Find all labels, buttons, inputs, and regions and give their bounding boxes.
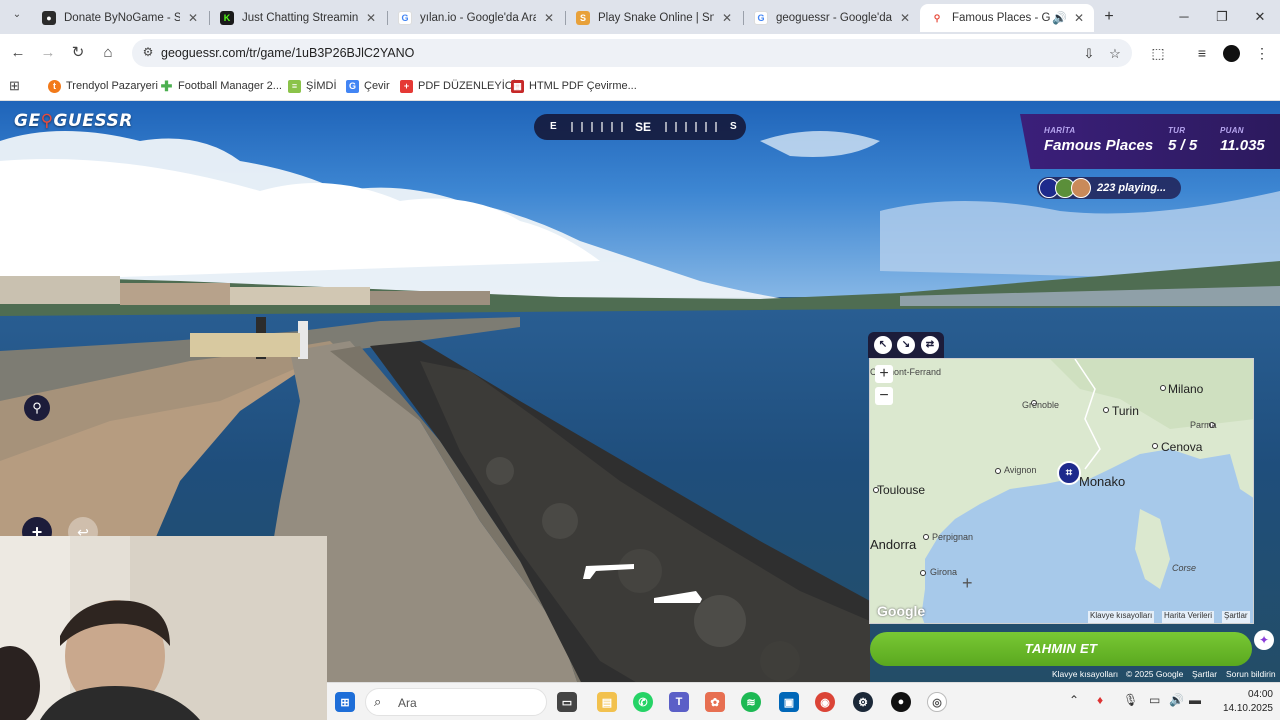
close-icon[interactable]: ✕ [720,11,734,25]
forward-button[interactable]: → [36,41,60,65]
guess-marker[interactable]: ⌗ [1057,461,1081,485]
media-controls-icon[interactable]: ≡ [1192,43,1212,63]
minimize-button[interactable]: ─ [1166,6,1202,28]
bookmark-football-manager[interactable]: ✚ Football Manager 2... [160,77,282,95]
tab-google-geoguessr[interactable]: G geoguessr - Google'da Ara ✕ [744,4,920,32]
close-window-button[interactable]: ✕ [1242,6,1278,28]
map-size-controls: ↖ ↘ ⇄ [868,332,944,358]
return-to-start-icon[interactable]: ⚲ [24,395,50,421]
microphone-icon[interactable]: 🎙 [1123,693,1138,707]
shrink-map-icon[interactable]: ↘ [897,336,915,354]
players-online-badge[interactable]: 223 playing... [1037,177,1181,199]
geoguessr-logo[interactable]: GE⚲GUESSR [14,111,133,131]
back-button[interactable]: ← [6,41,30,65]
map-zoom-in[interactable]: + [875,365,893,383]
tray-app-icon[interactable]: ♦ [1097,693,1103,707]
snake-icon: S [576,11,590,25]
windows-start-icon[interactable]: ⊞ [335,692,355,712]
crosshair-cursor-icon: + [962,573,973,593]
webcam-overlay [0,536,327,720]
trendyol-icon: t [48,79,61,93]
plus-cross-icon: ✚ [160,77,173,94]
translate-icon: G [346,79,359,93]
pin-map-icon[interactable]: ⇄ [921,336,939,354]
google-icon: G [398,11,412,25]
copilot-icon[interactable]: ✿ [705,692,725,712]
tab-strip: ⌄ ● Donate ByNoGame - Strea ✕ K Just Cha… [0,0,1280,34]
guess-map[interactable]: Milano Turin Grenoble Parma Cenova Avign… [869,358,1254,624]
restore-button[interactable]: ❐ [1204,6,1240,28]
microsoft-store-icon[interactable]: ▣ [779,692,799,712]
home-button[interactable]: ⌂ [96,41,120,65]
obs-icon[interactable]: ◎ [927,692,947,712]
pdf-icon: + [400,79,413,93]
location-pin-icon: ⚲ [40,111,54,131]
map-terrain [870,359,1253,623]
close-icon[interactable]: ✕ [898,11,912,25]
close-icon[interactable]: ✕ [542,11,556,25]
close-icon[interactable]: ✕ [186,11,200,25]
close-icon[interactable]: ✕ [1072,11,1086,25]
reload-button[interactable]: ↻ [66,41,90,65]
install-app-icon[interactable]: ⇩ [1080,45,1098,63]
bookmarks-bar: ⊞ t Trendyol Pazaryeri ✚ Football Manage… [0,72,1280,101]
search-icon: ⌕ [374,694,382,709]
volume-icon[interactable]: 🔊 [1169,693,1184,707]
tab-bynogame[interactable]: ● Donate ByNoGame - Strea ✕ [32,4,208,32]
google-map-logo: Google [877,603,926,619]
tab-kick[interactable]: K Just Chatting Streaming - ✕ [210,4,386,32]
profile-avatar[interactable] [1223,45,1240,62]
tab-google-yilan[interactable]: G yılan.io - Google'da Ara ✕ [388,4,564,32]
address-bar[interactable]: ⚙ geoguessr.com/tr/game/1uB3P26BJlC2YANO… [132,39,1132,67]
bookmark-html-pdf[interactable]: ▦ HTML PDF Çevirme... [511,77,637,95]
google-icon: G [754,11,768,25]
tab-search-chevron-icon[interactable]: ⌄ [8,9,26,25]
kick-icon: K [220,11,234,25]
speaker-icon[interactable]: 🔊 [1052,11,1067,25]
taskbar-clock[interactable]: 04:00 14.10.2025 [1213,688,1273,716]
avatar [1071,178,1091,198]
bookmark-trendyol[interactable]: t Trendyol Pazaryeri [48,77,158,95]
close-icon[interactable]: ✕ [364,11,378,25]
geoguessr-pin-icon: ⚲ [930,11,944,25]
url-text[interactable]: geoguessr.com/tr/game/1uB3P26BJlC2YANO [161,46,414,60]
extensions-icon[interactable]: ⬚ [1148,43,1168,63]
steam-icon[interactable]: ⚙ [853,692,873,712]
tab-snake[interactable]: S Play Snake Online | Snake. ✕ [566,4,742,32]
guess-button[interactable]: TAHMIN ET [870,632,1252,666]
bookmark-cevir[interactable]: G Çevir [346,77,390,95]
menu-kebab-icon[interactable]: ⋮ [1252,43,1272,63]
battery-icon[interactable]: ▬ [1189,693,1201,707]
site-info-icon[interactable]: ⚙ [140,45,156,61]
browser-toolbar: ← → ↻ ⌂ ⚙ geoguessr.com/tr/game/1uB3P26B… [0,34,1280,72]
tab-famous-places[interactable]: ⚲ Famous Places - Game 🔊 ✕ [920,4,1094,32]
record-app-icon[interactable]: ● [891,692,911,712]
assistant-orb-icon[interactable]: ✦ [1254,630,1274,650]
task-view-icon[interactable]: ▭ [557,692,577,712]
webcam-feed [0,536,327,720]
bynogame-icon: ● [42,11,56,25]
pdf-grid-icon: ▦ [511,79,524,93]
bookmark-simdi[interactable]: ≡ ŞİMDİ [288,77,337,95]
expand-map-icon[interactable]: ↖ [874,336,892,354]
bookmark-pdf-duzenleyici[interactable]: + PDF DÜZENLEYİCİ [400,77,516,95]
tray-chevron-icon[interactable]: ⌃ [1069,693,1079,707]
taskbar-search[interactable]: ⌕ Ara [365,688,547,716]
apps-grid-icon[interactable]: ⊞ [9,77,20,95]
compass: E SE S [534,114,746,140]
windows-taskbar: ⊞ ⌕ Ara ▭ ▤ ✆ T ✿ ≋ ▣ ◉ ⚙ ● ◎ ⌃ ♦ 🎙 ▭ 🔊 … [327,682,1280,720]
simdi-icon: ≡ [288,79,301,93]
new-tab-button[interactable]: + [1100,8,1118,26]
bookmark-star-icon[interactable]: ☆ [1106,45,1124,63]
spotify-icon[interactable]: ≋ [741,692,761,712]
game-status-panel: HARİTA Famous Places TUR 5 / 5 PUAN 11.0… [1020,114,1280,169]
file-explorer-icon[interactable]: ▤ [597,692,617,712]
whatsapp-icon[interactable]: ✆ [633,692,653,712]
chrome-icon[interactable]: ◉ [815,692,835,712]
network-icon[interactable]: ▭ [1149,693,1160,707]
map-zoom-out[interactable]: − [875,387,893,405]
teams-icon[interactable]: T [669,692,689,712]
